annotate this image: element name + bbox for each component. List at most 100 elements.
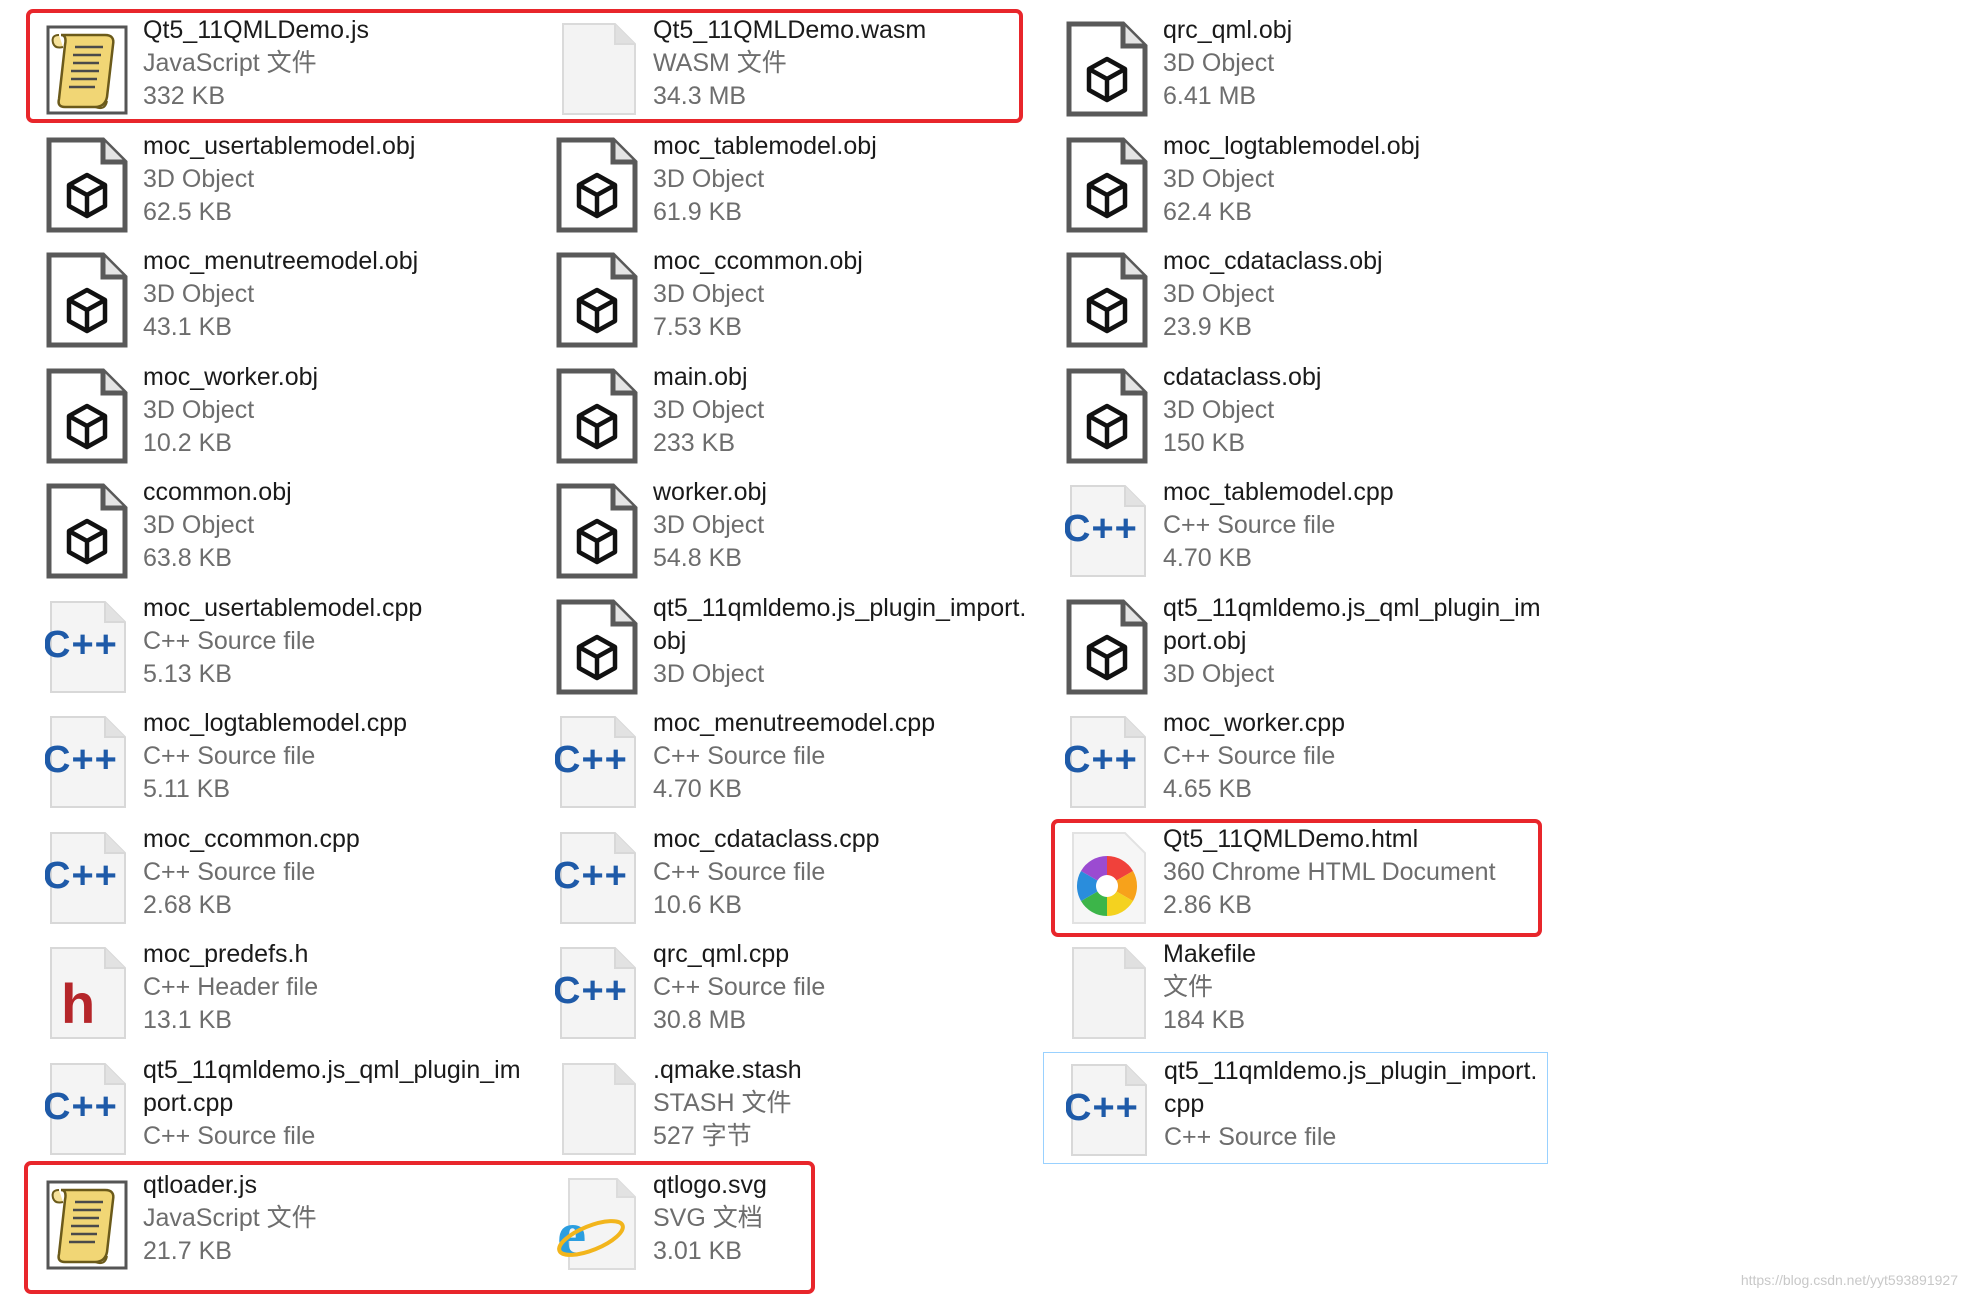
3d-object-icon xyxy=(45,368,129,464)
file-type: 3D Object xyxy=(1163,396,1275,424)
file-details: cdataclass.obj 3D Object 150 KB xyxy=(1163,361,1548,460)
file-item[interactable]: C++ qt5_11qmldemo.js_plugin_import.cpp C+… xyxy=(1043,1052,1548,1164)
3d-object-icon xyxy=(1065,21,1149,117)
file-type: 3D Object xyxy=(653,396,765,424)
svg-text:C++: C++ xyxy=(555,970,628,1012)
file-name: worker.obj xyxy=(653,478,767,506)
file-type: C++ Source file xyxy=(653,742,826,770)
file-name: moc_worker.obj xyxy=(143,363,319,391)
file-size: 13.1 KB xyxy=(143,1006,232,1034)
header-file-icon: h xyxy=(45,945,129,1041)
svg-text:C++: C++ xyxy=(555,739,628,781)
file-type: 3D Object xyxy=(143,511,255,539)
file-item[interactable]: moc_usertablemodel.obj 3D Object 62.5 KB xyxy=(23,128,528,240)
file-item[interactable]: moc_tablemodel.obj 3D Object 61.9 KB xyxy=(533,128,1038,240)
file-item[interactable]: qtloader.js JavaScript 文件 21.7 KB xyxy=(23,1167,528,1279)
file-details: qtlogo.svg SVG 文档 3.01 KB xyxy=(653,1169,1038,1268)
file-name: moc_worker.cpp xyxy=(1163,709,1346,737)
file-details: moc_predefs.h C++ Header file 13.1 KB xyxy=(143,938,528,1037)
file-details: Qt5_11QMLDemo.wasm WASM 文件 34.3 MB xyxy=(653,14,1038,113)
file-size: 21.7 KB xyxy=(143,1237,232,1265)
file-item[interactable]: qt5_11qmldemo.js_qml_plugin_import.obj 3D… xyxy=(1043,590,1548,702)
file-item[interactable]: worker.obj 3D Object 54.8 KB xyxy=(533,474,1038,586)
file-name: moc_menutreemodel.obj xyxy=(143,247,419,275)
file-type: SVG 文档 xyxy=(653,1204,763,1232)
file-size: 233 KB xyxy=(653,429,736,457)
file-size: 5.11 KB xyxy=(143,775,231,803)
file-size: 62.5 KB xyxy=(143,198,232,226)
3d-object-icon xyxy=(45,483,129,579)
file-details: moc_ccommon.obj 3D Object 7.53 KB xyxy=(653,245,1038,344)
svg-text:C++: C++ xyxy=(45,855,118,897)
file-name: moc_usertablemodel.obj xyxy=(143,132,416,160)
file-name: cdataclass.obj xyxy=(1163,363,1322,391)
file-item[interactable]: moc_worker.obj 3D Object 10.2 KB xyxy=(23,359,528,471)
blank-file-icon xyxy=(555,21,639,117)
file-name: moc_tablemodel.cpp xyxy=(1163,478,1394,506)
file-name: qt5_11qmldemo.js_qml_plugin_import.cpp xyxy=(143,1056,521,1117)
file-item[interactable]: cdataclass.obj 3D Object 150 KB xyxy=(1043,359,1548,471)
file-item[interactable]: moc_ccommon.obj 3D Object 7.53 KB xyxy=(533,243,1038,355)
file-item[interactable]: C++ moc_worker.cpp C++ Source file 4.65 KB xyxy=(1043,705,1548,817)
file-item[interactable]: moc_menutreemodel.obj 3D Object 43.1 KB xyxy=(23,243,528,355)
file-details: qrc_qml.obj 3D Object 6.41 MB xyxy=(1163,14,1548,113)
file-item[interactable]: C++ moc_usertablemodel.cpp C++ Source fil… xyxy=(23,590,528,702)
file-item[interactable]: Qt5_11QMLDemo.html 360 Chrome HTML Docume… xyxy=(1043,821,1548,933)
file-details: Qt5_11QMLDemo.html 360 Chrome HTML Docume… xyxy=(1163,823,1548,922)
cpp-file-icon: C++ xyxy=(555,945,639,1041)
3d-object-icon xyxy=(45,137,129,233)
file-item[interactable]: qrc_qml.obj 3D Object 6.41 MB xyxy=(1043,12,1548,124)
file-size: 3.01 KB xyxy=(653,1237,742,1265)
file-details: moc_usertablemodel.obj 3D Object 62.5 KB xyxy=(143,130,528,229)
file-item[interactable]: Qt5_11QMLDemo.js JavaScript 文件 332 KB xyxy=(23,12,528,124)
file-details: moc_logtablemodel.cpp C++ Source file 5.11… xyxy=(143,707,528,806)
3d-object-icon xyxy=(1065,599,1149,695)
file-type: WASM 文件 xyxy=(653,49,787,77)
file-name: main.obj xyxy=(653,363,748,391)
file-details: moc_cdataclass.obj 3D Object 23.9 KB xyxy=(1163,245,1548,344)
file-size: 527 字节 xyxy=(653,1122,752,1150)
file-item[interactable]: C++ qrc_qml.cpp C++ Source file 30.8 MB xyxy=(533,936,1038,1048)
file-item[interactable]: ccommon.obj 3D Object 63.8 KB xyxy=(23,474,528,586)
file-size: 184 KB xyxy=(1163,1006,1246,1034)
file-size: 7.53 KB xyxy=(653,313,742,341)
file-item[interactable]: C++ moc_menutreemodel.cpp C++ Source file… xyxy=(533,705,1038,817)
file-name: moc_menutreemodel.cpp xyxy=(653,709,936,737)
file-item[interactable]: C++ moc_tablemodel.cpp C++ Source file 4.7… xyxy=(1043,474,1548,586)
cpp-file-icon: C++ xyxy=(555,714,639,810)
file-item[interactable]: h moc_predefs.h C++ Header file 13.1 KB xyxy=(23,936,528,1048)
file-name: Qt5_11QMLDemo.wasm xyxy=(653,16,927,44)
file-size: 4.70 KB xyxy=(1163,544,1252,572)
file-item[interactable]: Makefile 文件 184 KB xyxy=(1043,936,1548,1048)
file-name: ccommon.obj xyxy=(143,478,292,506)
watermark: https://blog.csdn.net/yyt593891927 xyxy=(1740,1272,1958,1288)
file-item[interactable]: moc_logtablemodel.obj 3D Object 62.4 KB xyxy=(1043,128,1548,240)
file-type: 3D Object xyxy=(653,511,765,539)
blank-file-icon xyxy=(1065,945,1149,1041)
file-type: 3D Object xyxy=(1163,165,1275,193)
file-details: qt5_11qmldemo.js_qml_plugin_import.obj 3D… xyxy=(1163,592,1548,691)
file-size: 4.65 KB xyxy=(1163,775,1252,803)
file-item[interactable]: .qmake.stash STASH 文件 527 字节 xyxy=(533,1052,1038,1164)
file-item[interactable]: C++ moc_logtablemodel.cpp C++ Source file… xyxy=(23,705,528,817)
file-item[interactable]: moc_cdataclass.obj 3D Object 23.9 KB xyxy=(1043,243,1548,355)
file-item[interactable]: C++ moc_ccommon.cpp C++ Source file 2.68 K… xyxy=(23,821,528,933)
file-type: JavaScript 文件 xyxy=(143,1204,317,1232)
file-item[interactable]: Qt5_11QMLDemo.wasm WASM 文件 34.3 MB xyxy=(533,12,1038,124)
file-item[interactable]: C++ moc_cdataclass.cpp C++ Source file 10.… xyxy=(533,821,1038,933)
file-item[interactable]: C++ qt5_11qmldemo.js_qml_plugin_import.c… xyxy=(23,1052,528,1164)
file-item[interactable]: main.obj 3D Object 233 KB xyxy=(533,359,1038,471)
file-name: moc_tablemodel.obj xyxy=(653,132,877,160)
file-type: C++ Source file xyxy=(143,742,316,770)
file-type: C++ Source file xyxy=(653,858,826,886)
3d-object-icon xyxy=(555,252,639,348)
file-name: moc_ccommon.obj xyxy=(653,247,863,275)
file-item[interactable]: e qtlogo.svg SVG 文档 3.01 KB xyxy=(533,1167,1038,1279)
cpp-file-icon: C++ xyxy=(1065,483,1149,579)
file-details: qtloader.js JavaScript 文件 21.7 KB xyxy=(143,1169,528,1268)
file-item[interactable]: qt5_11qmldemo.js_plugin_import.obj 3D Obj… xyxy=(533,590,1038,702)
file-name: qt5_11qmldemo.js_plugin_import.obj xyxy=(653,594,1027,655)
file-name: qt5_11qmldemo.js_plugin_import.cpp xyxy=(1164,1057,1538,1118)
cpp-file-icon: C++ xyxy=(45,830,129,926)
file-size: 10.2 KB xyxy=(143,429,232,457)
